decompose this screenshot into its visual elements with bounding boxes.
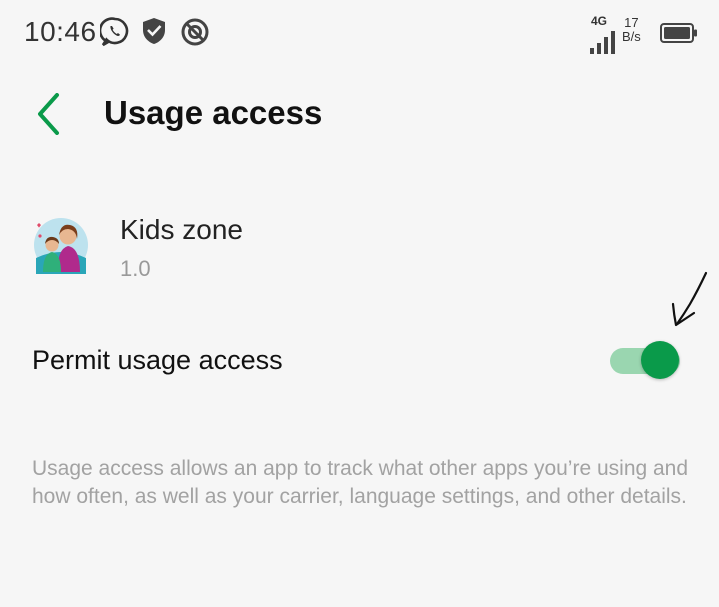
app-version: 1.0	[120, 256, 151, 281]
network-speed-unit: B/s	[622, 29, 641, 44]
battery-icon	[660, 23, 697, 43]
app-name: Kids zone	[120, 214, 243, 245]
toggle-thumb	[641, 341, 679, 379]
usage-access-description: Usage access allows an app to track what…	[32, 457, 689, 508]
permit-usage-access-row[interactable]: Permit usage access	[0, 325, 719, 395]
shield-icon	[143, 18, 165, 44]
page-title: Usage access	[104, 94, 323, 131]
network-speed: 17 B/s	[622, 16, 641, 44]
whatsapp-icon	[100, 17, 129, 47]
data-saver-icon	[181, 18, 209, 46]
app-info-row: Kids zone 1.0	[0, 206, 719, 286]
network-type-label: 4G	[591, 14, 608, 28]
status-time: 10:46	[24, 16, 97, 47]
chevron-left-icon	[38, 93, 59, 135]
permit-usage-access-label: Permit usage access	[32, 345, 283, 375]
back-button[interactable]	[28, 92, 68, 136]
status-bar: 10:46 4G 17 B/s	[0, 0, 719, 68]
permit-usage-access-toggle[interactable]	[608, 339, 684, 381]
app-header: Usage access	[0, 80, 719, 150]
signal-bars-icon	[590, 31, 615, 54]
kids-zone-app-icon	[34, 218, 88, 274]
network-speed-value: 17	[624, 15, 639, 30]
hand-drawn-arrow-icon	[671, 271, 708, 327]
